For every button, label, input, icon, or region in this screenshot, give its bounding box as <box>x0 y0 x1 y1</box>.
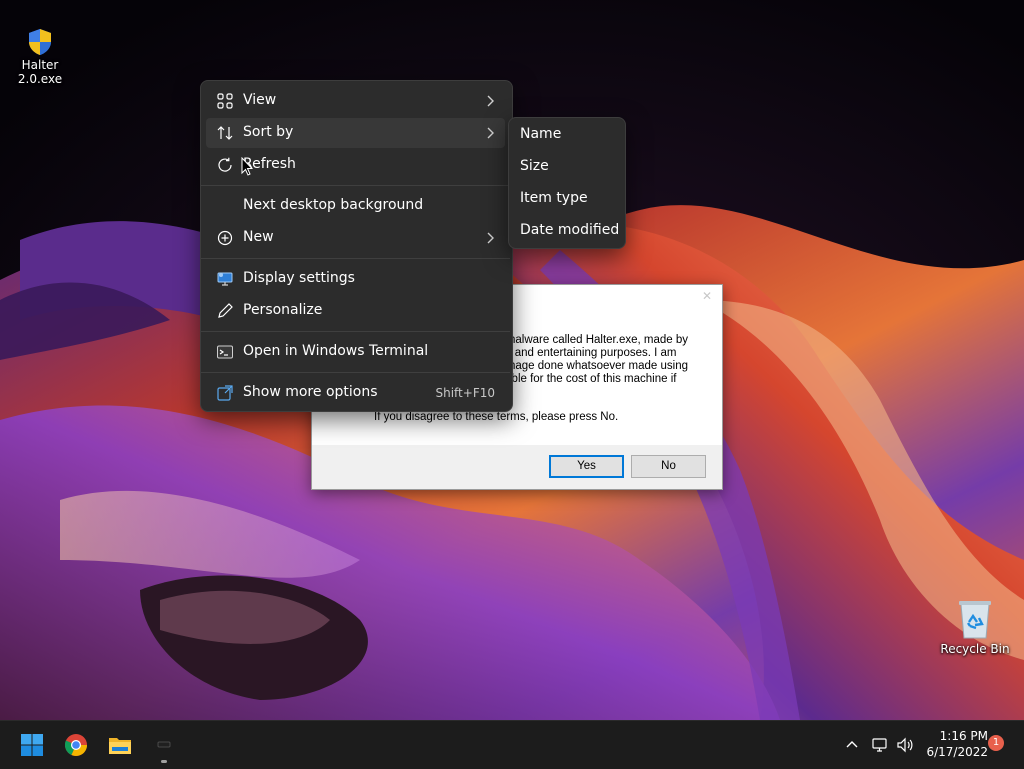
menu-item-label: View <box>243 92 277 108</box>
yes-button[interactable]: Yes <box>549 455 624 478</box>
menu-item-label: New <box>243 229 274 245</box>
no-button[interactable]: No <box>631 455 706 478</box>
desktop-icon-label: Halter 2.0.exe <box>17 58 63 86</box>
submenu-item-label: Size <box>520 158 549 174</box>
keyboard-shortcut: Shift+F10 <box>435 386 495 400</box>
mouse-cursor-icon <box>241 157 253 176</box>
refresh-icon <box>218 157 232 172</box>
sort-arrows-icon <box>217 126 233 140</box>
menu-item-new[interactable]: New <box>206 223 505 253</box>
menu-separator <box>201 258 510 259</box>
submenu-item-label: Date modified <box>520 222 620 238</box>
running-indicator <box>161 760 167 763</box>
clock-date: 6/17/2022 <box>926 745 988 759</box>
start-button[interactable] <box>12 725 52 765</box>
folder-icon <box>109 738 131 754</box>
submenu-item-item-type[interactable]: Item type <box>514 184 618 214</box>
menu-item-view[interactable]: View <box>206 86 505 116</box>
display-icon <box>217 272 233 286</box>
menu-item-label: Open in Windows Terminal <box>243 343 429 359</box>
chevron-right-icon <box>487 95 494 107</box>
menu-item-label: Show more options <box>243 384 378 400</box>
menu-item-display-settings[interactable]: Display settings <box>206 264 505 294</box>
dialog-message-line: l and entertaining purposes. I am <box>509 347 677 359</box>
menu-item-open-in-windows-terminal[interactable]: Open in Windows Terminal <box>206 337 505 367</box>
recycle-bin-icon <box>959 601 991 639</box>
menu-item-label: Sort by <box>243 124 294 140</box>
submenu-item-date-modified[interactable]: Date modified <box>514 216 620 246</box>
sort-by-submenu: Name Size Item type Date modified <box>508 117 626 249</box>
pen-icon <box>218 303 233 318</box>
desktop[interactable]: Halter 2.0.exe Recycle Bin ✕ nalware cal… <box>0 0 1024 720</box>
chevron-right-icon <box>487 127 494 139</box>
taskbar-chrome-button[interactable] <box>56 725 96 765</box>
grid-icon <box>217 93 233 109</box>
clock-time: 1:16 PM <box>939 729 988 743</box>
desktop-icon-recycle-bin[interactable]: Recycle Bin <box>935 598 1015 656</box>
dialog-disagree-text: If you disagree to these terms, please p… <box>374 411 619 423</box>
submenu-item-size[interactable]: Size <box>514 152 618 182</box>
chevron-up-icon[interactable] <box>842 735 862 755</box>
menu-item-label: Personalize <box>243 302 323 318</box>
network-icon[interactable] <box>870 735 890 755</box>
menu-item-personalize[interactable]: Personalize <box>206 296 505 326</box>
desktop-icon-halter[interactable]: Halter 2.0.exe <box>0 28 80 86</box>
menu-item-label: Display settings <box>243 270 355 286</box>
submenu-item-name[interactable]: Name <box>514 120 618 150</box>
menu-separator <box>201 185 510 186</box>
chevron-right-icon <box>487 232 494 244</box>
expand-icon <box>217 385 233 401</box>
menu-item-sort-by[interactable]: Sort by <box>206 118 505 148</box>
menu-separator <box>201 372 510 373</box>
windows-logo-icon <box>21 734 43 756</box>
volume-icon[interactable] <box>895 735 915 755</box>
dialog-footer: Yes No <box>312 445 722 489</box>
taskbar-halter-button[interactable] <box>144 725 184 765</box>
menu-item-next-desktop-background[interactable]: Next desktop background <box>206 191 505 221</box>
chrome-icon <box>64 734 87 756</box>
notification-badge[interactable]: 1 <box>988 735 1004 751</box>
terminal-icon <box>217 345 233 359</box>
dialog-message-line: ible for the cost of this machine if <box>509 373 677 385</box>
menu-item-show-more-options[interactable]: Show more options Shift+F10 <box>206 378 505 408</box>
desktop-context-menu: View Sort by Refresh Next desktop backgr… <box>200 80 513 412</box>
dialog-message-line: nalware called Halter.exe, made by <box>509 334 688 346</box>
plus-circle-icon <box>217 230 233 246</box>
desktop-icon-label: Recycle Bin <box>940 642 1010 656</box>
menu-separator <box>201 331 510 332</box>
submenu-item-label: Name <box>520 126 562 142</box>
app-icon <box>157 741 171 748</box>
taskbar: 1:16 PM 6/17/2022 <box>0 720 1024 769</box>
close-icon[interactable]: ✕ <box>702 289 712 303</box>
taskbar-file-explorer-button[interactable] <box>100 725 140 765</box>
dialog-message-line: nage done whatsoever made using <box>509 360 689 372</box>
shield-icon <box>29 29 51 55</box>
menu-item-label: Next desktop background <box>243 197 424 213</box>
system-clock[interactable]: 1:16 PM 6/17/2022 <box>920 728 988 760</box>
submenu-item-label: Item type <box>520 190 588 206</box>
